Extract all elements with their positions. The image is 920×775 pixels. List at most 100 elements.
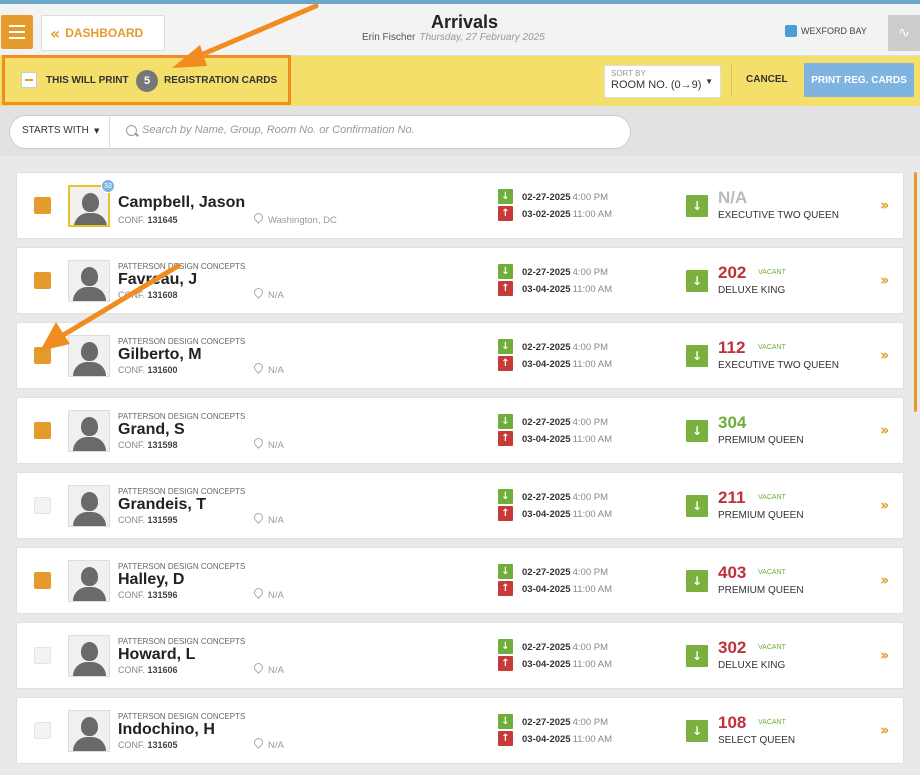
row-checkbox[interactable] <box>34 272 51 289</box>
row-checkbox[interactable] <box>34 347 51 364</box>
conf-prefix: CONF. <box>118 665 145 675</box>
room-number: 211 <box>718 488 746 507</box>
search-separator <box>109 115 110 149</box>
row-checkbox[interactable] <box>34 722 51 739</box>
double-chevron-right-icon[interactable]: ›› <box>880 271 890 289</box>
guest-company: PATTERSON DESIGN CONCEPTS <box>118 562 246 571</box>
arrival-row[interactable]: PATTERSON DESIGN CONCEPTS Howard, L CONF. … <box>16 622 904 689</box>
departure-date: 03-04-2025 11:00 AM <box>522 509 612 520</box>
arrival-row[interactable]: PATTERSON DESIGN CONCEPTS Indochino, H CON… <box>16 697 904 764</box>
confirmation-number: CONF. 131598 <box>118 440 178 450</box>
room-number: N/A <box>718 188 748 207</box>
arrival-time: 4:00 PM <box>572 342 608 353</box>
departure-date: 03-04-2025 11:00 AM <box>522 584 612 595</box>
arrival-date-value: 02-27-2025 <box>522 492 571 503</box>
guest-name: Gilberto, M <box>118 346 202 363</box>
conf-value: 131605 <box>147 740 178 750</box>
arrival-row[interactable]: PATTERSON DESIGN CONCEPTS Grandeis, T CONF… <box>16 472 904 539</box>
sort-select[interactable]: SORT BY ROOM NO. (0→9) ▼ <box>604 65 721 98</box>
conf-prefix: CONF. <box>118 290 145 300</box>
guest-name: Grand, S <box>118 421 185 438</box>
arrival-row[interactable]: 33 Campbell, Jason CONF. 131645 Washington,… <box>16 172 904 239</box>
arrival-time: 4:00 PM <box>572 567 608 578</box>
confirmation-number: CONF. 131600 <box>118 365 178 375</box>
guest-avatar <box>68 635 110 677</box>
activity-pulse-button[interactable]: ∿ <box>888 15 920 51</box>
arrival-time: 4:00 PM <box>572 192 608 203</box>
arrival-arrow-icon: ↓ <box>498 264 513 279</box>
departure-date-value: 03-04-2025 <box>522 509 571 520</box>
room-number: 108 <box>718 713 747 732</box>
conf-prefix: CONF. <box>118 440 145 450</box>
conf-value: 131600 <box>147 365 178 375</box>
arrival-row[interactable]: PATTERSON DESIGN CONCEPTS Gilberto, M CONF… <box>16 322 904 389</box>
room-arrival-icon: ↓ <box>686 495 708 517</box>
row-checkbox[interactable] <box>34 497 51 514</box>
location-pin-icon <box>254 738 263 749</box>
vacant-badge: VACANT <box>758 719 786 726</box>
print-reg-cards-button[interactable]: PRINT REG. CARDS <box>804 63 914 97</box>
departure-date-value: 03-04-2025 <box>522 359 571 370</box>
hamburger-menu-button[interactable] <box>1 15 33 49</box>
arrival-date: 02-27-2025 4:00 PM <box>522 717 608 728</box>
page-title: Arrivals <box>431 12 499 32</box>
departure-time: 11:00 AM <box>572 659 613 670</box>
cancel-button[interactable]: CANCEL <box>746 74 788 85</box>
conf-prefix: CONF. <box>118 740 145 750</box>
double-chevron-right-icon[interactable]: ›› <box>880 346 890 364</box>
room-arrival-icon: ↓ <box>686 570 708 592</box>
conf-value: 131598 <box>147 440 178 450</box>
guest-location: N/A <box>268 290 284 301</box>
row-checkbox[interactable] <box>34 197 51 214</box>
departure-arrow-icon: ↑ <box>498 281 513 296</box>
guest-company: PATTERSON DESIGN CONCEPTS <box>118 337 246 346</box>
print-count-label-after: REGISTRATION CARDS <box>164 75 278 86</box>
minus-icon <box>25 79 33 81</box>
guest-avatar <box>68 260 110 302</box>
conf-prefix: CONF. <box>118 365 145 375</box>
guest-avatar <box>68 410 110 452</box>
guest-location: Washington, DC <box>268 215 337 226</box>
row-checkbox[interactable] <box>34 572 51 589</box>
location-pin-icon <box>254 213 263 224</box>
departure-time: 11:00 AM <box>572 584 613 595</box>
vacant-badge: VACANT <box>758 494 786 501</box>
row-checkbox[interactable] <box>34 647 51 664</box>
search-filter-select[interactable]: STARTS WITH <box>22 125 89 136</box>
dashboard-button[interactable]: ‹‹ DASHBOARD <box>41 15 165 51</box>
room-arrival-icon: ↓ <box>686 645 708 667</box>
room-arrival-icon: ↓ <box>686 195 708 217</box>
row-checkbox[interactable] <box>34 422 51 439</box>
double-chevron-right-icon[interactable]: ›› <box>880 721 890 739</box>
brand-logo-icon <box>785 25 797 37</box>
conf-value: 131608 <box>147 290 178 300</box>
list-scrollbar[interactable] <box>914 172 917 412</box>
departure-date: 03-04-2025 11:00 AM <box>522 734 612 745</box>
conf-value: 131596 <box>147 590 178 600</box>
departure-date: 03-04-2025 11:00 AM <box>522 659 612 670</box>
conf-prefix: CONF. <box>118 515 145 525</box>
departure-date-value: 03-04-2025 <box>522 284 571 295</box>
arrival-date-value: 02-27-2025 <box>522 717 571 728</box>
arrival-date: 02-27-2025 4:00 PM <box>522 417 608 428</box>
double-chevron-right-icon[interactable]: ›› <box>880 571 890 589</box>
arrival-row[interactable]: PATTERSON DESIGN CONCEPTS Favreau, J CONF.… <box>16 247 904 314</box>
departure-arrow-icon: ↑ <box>498 731 513 746</box>
location-pin-icon <box>254 513 263 524</box>
search-input[interactable] <box>142 124 622 136</box>
room-type: PREMIUM QUEEN <box>718 510 804 521</box>
guest-location: N/A <box>268 590 284 601</box>
caret-down-icon: ▼ <box>94 127 100 135</box>
double-chevron-right-icon[interactable]: ›› <box>880 646 890 664</box>
select-all-toggle[interactable] <box>21 72 37 88</box>
arrival-row[interactable]: PATTERSON DESIGN CONCEPTS Grand, S CONF. 1… <box>16 397 904 464</box>
departure-date: 03-02-2025 11:00 AM <box>522 209 612 220</box>
arrival-time: 4:00 PM <box>572 267 608 278</box>
arrival-row[interactable]: PATTERSON DESIGN CONCEPTS Halley, D CONF. … <box>16 547 904 614</box>
arrival-date-value: 02-27-2025 <box>522 267 571 278</box>
double-chevron-right-icon[interactable]: ›› <box>880 496 890 514</box>
double-chevron-right-icon[interactable]: ›› <box>880 196 890 214</box>
double-chevron-right-icon[interactable]: ›› <box>880 421 890 439</box>
guest-name: Halley, D <box>118 571 185 588</box>
guest-name: Grandeis, T <box>118 496 207 513</box>
